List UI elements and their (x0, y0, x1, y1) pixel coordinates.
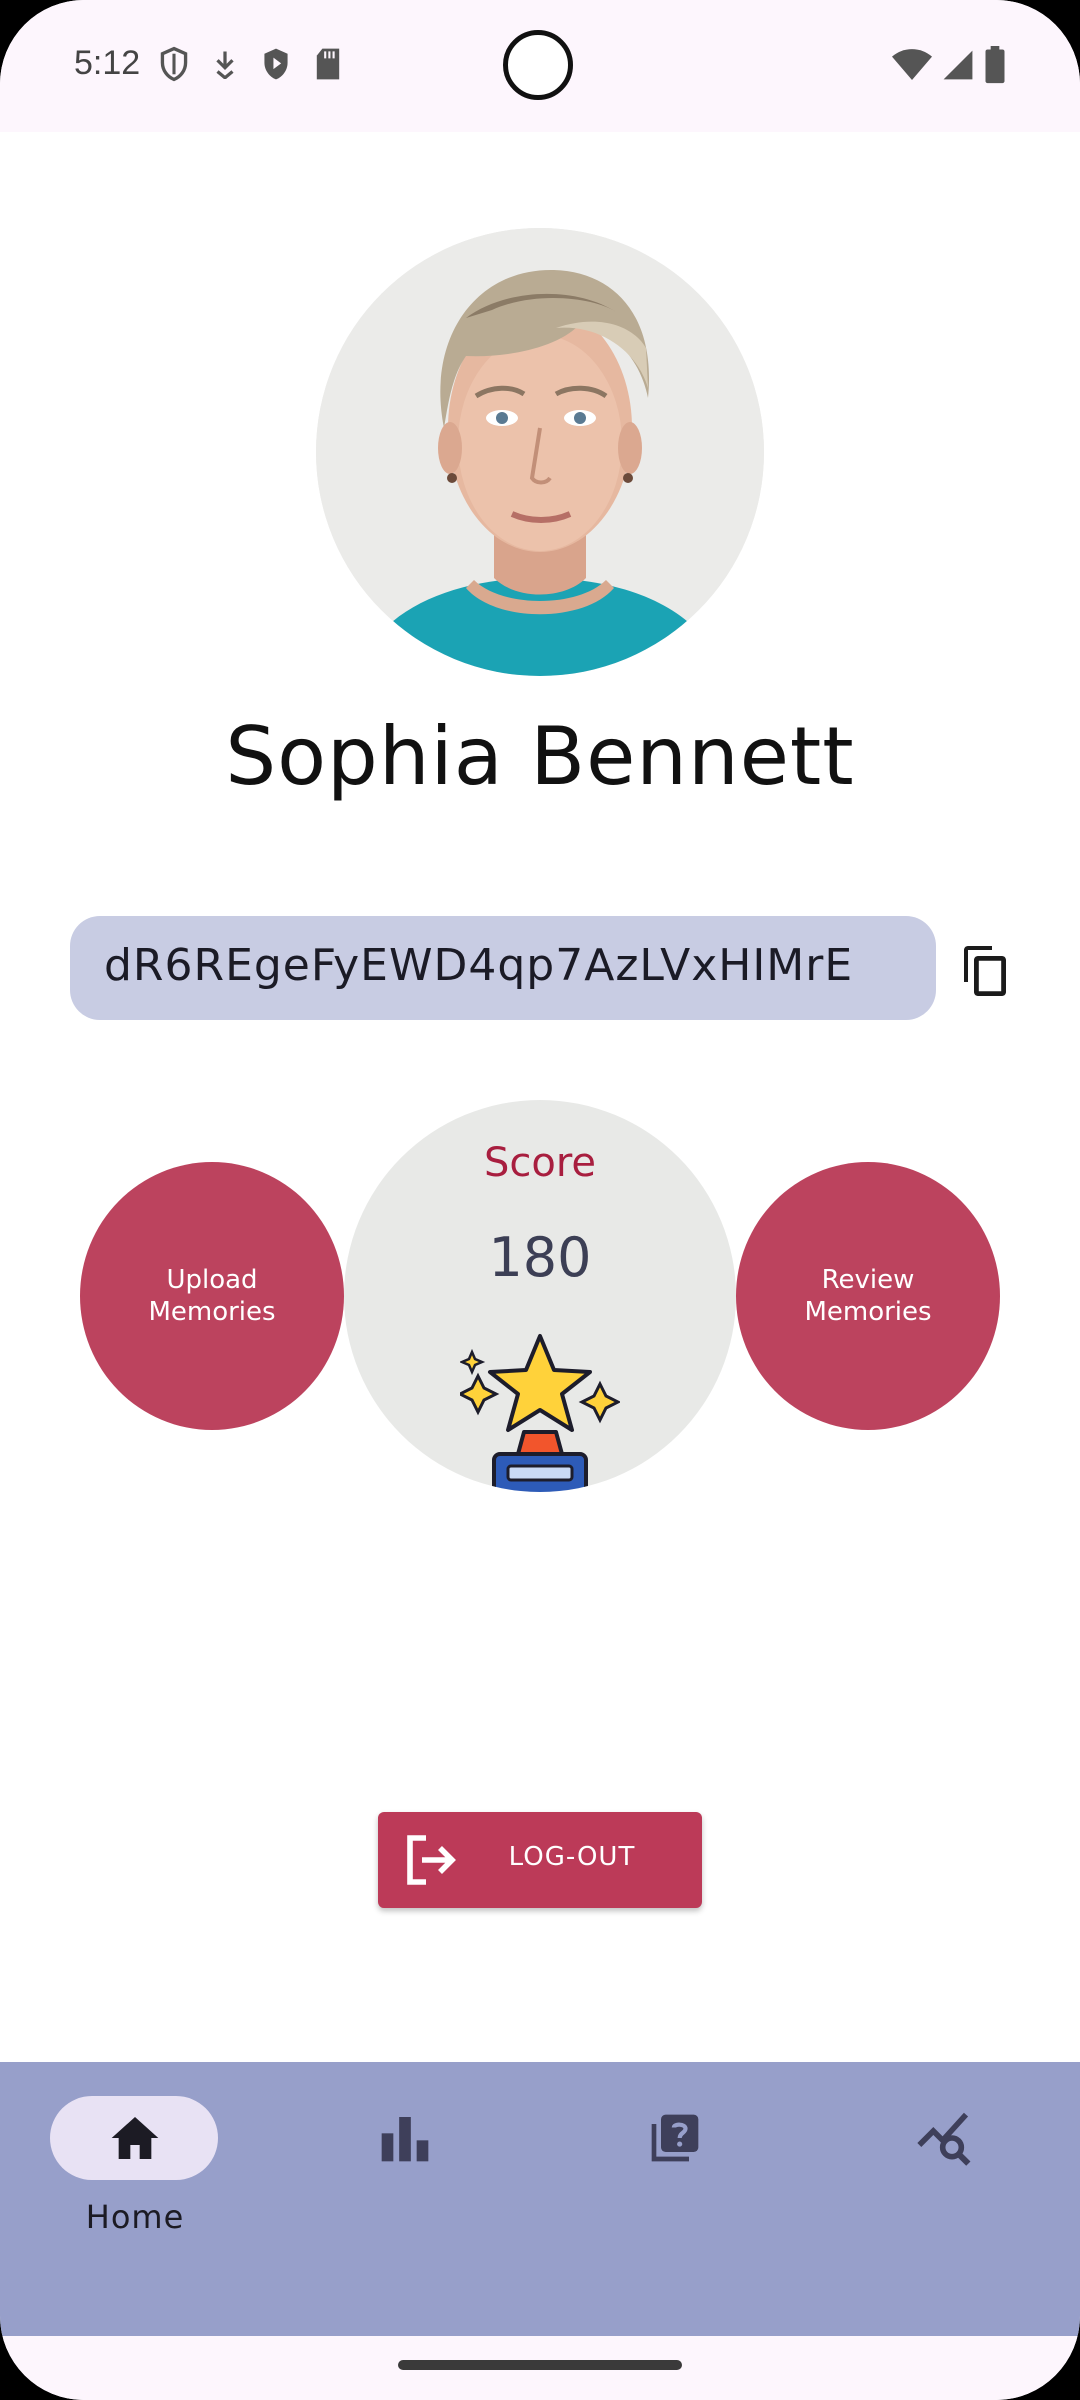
nav-item-stats[interactable] (270, 2062, 540, 2336)
score-label: Score (483, 1140, 597, 1186)
download-arrow-icon (216, 51, 234, 79)
bottom-navigation: Home (0, 2062, 1080, 2336)
status-icons-right (892, 46, 1006, 84)
shield-outline-icon (160, 46, 188, 82)
status-time: 5:12 (74, 44, 141, 82)
review-label-line2: Memories (804, 1297, 932, 1327)
score-panel: Score 180 (344, 1100, 736, 1492)
quiz-icon (651, 2114, 699, 2162)
logout-icon (407, 1835, 456, 1885)
wifi-icon (892, 49, 932, 80)
camera-cutout (503, 30, 573, 100)
cell-signal-icon (943, 50, 973, 80)
logout-label: LOG-OUT (508, 1842, 636, 1872)
sd-card-icon (316, 48, 340, 80)
trophy-icon (460, 1334, 620, 1492)
status-bar: 5:12 (0, 0, 1080, 132)
avatar (316, 228, 764, 676)
nav-label-home: Home (85, 2198, 185, 2236)
bar-chart-icon (381, 2117, 429, 2162)
copy-icon[interactable] (960, 942, 1012, 998)
upload-label-line1: Upload (166, 1265, 258, 1295)
user-name: Sophia Bennett (225, 710, 855, 803)
nav-item-insights[interactable] (810, 2062, 1080, 2336)
user-id-text: dR6REgeFyEWD4qp7AzLVxHIMrE (104, 940, 854, 991)
battery-icon (985, 46, 1005, 84)
gesture-handle[interactable] (398, 2360, 682, 2370)
nav-item-home[interactable]: Home (0, 2062, 270, 2336)
review-label-line1: Review (821, 1265, 915, 1295)
score-value: 180 (488, 1226, 592, 1289)
app-screen: 5:12 Sophia Bennett dR6REgeFyEWD4qp7AzLV… (0, 0, 1080, 2400)
profile-photo (316, 228, 764, 676)
play-shield-icon (264, 48, 288, 80)
review-memories-button[interactable]: Review Memories (736, 1162, 1000, 1430)
user-id-field[interactable]: dR6REgeFyEWD4qp7AzLVxHIMrE (70, 916, 936, 1020)
upload-label-line2: Memories (148, 1297, 276, 1327)
query-stats-icon (917, 2112, 971, 2166)
nav-item-quiz[interactable] (540, 2062, 810, 2336)
upload-memories-button[interactable]: Upload Memories (80, 1162, 344, 1430)
logout-button[interactable]: LOG-OUT (378, 1812, 702, 1908)
home-icon (111, 2117, 159, 2159)
status-icons-left (158, 46, 342, 82)
